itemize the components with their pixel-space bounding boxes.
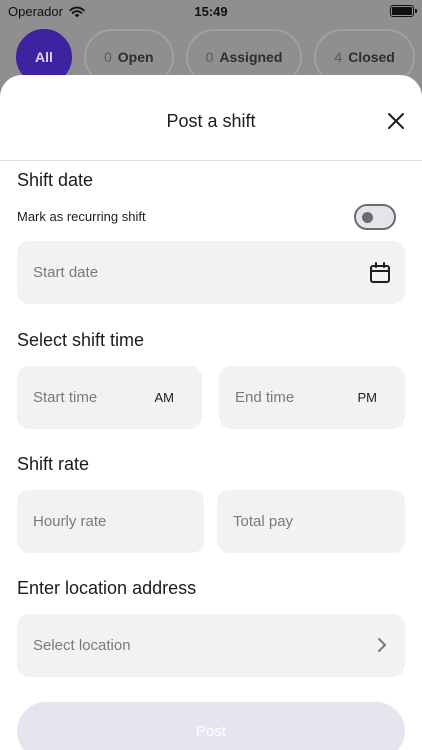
shift-time-heading: Select shift time [17,330,145,350]
clock: 15:49 [194,4,228,19]
location-input[interactable] [33,614,305,677]
end-time-input[interactable] [235,366,366,429]
location-heading: Enter location address [17,578,197,598]
chevron-right-icon [378,638,386,652]
post-button[interactable]: Post [17,702,405,750]
start-date-input[interactable] [33,241,305,304]
location-field[interactable] [17,614,405,677]
start-time-input[interactable] [33,366,163,429]
hourly-rate-field[interactable] [17,490,204,553]
filter-chip-label: All [35,49,53,65]
sheet-title: Post a shift [166,111,256,131]
start-time-field[interactable]: AM [17,366,202,429]
end-time-pm-label[interactable]: PM [358,390,378,405]
shift-rate-heading: Shift rate [17,454,90,474]
start-time-am-label[interactable]: AM [155,390,175,405]
filter-chip-label: Assigned [219,49,283,65]
filter-chip-count: 0 [205,49,214,65]
filter-chip-count: 0 [104,49,112,65]
total-pay-field[interactable] [217,490,405,553]
filter-chip-label: Open [117,49,154,65]
sheet-header: Post a shift [0,75,422,161]
recurring-label: Mark as recurring shift [17,209,146,224]
calendar-icon[interactable] [368,261,392,285]
toggle-knob [362,212,373,223]
post-shift-sheet: Post a shift Shift date Mark as recurrin… [0,75,422,750]
hourly-rate-input[interactable] [33,490,164,553]
close-icon[interactable] [384,109,408,133]
total-pay-input[interactable] [233,490,365,553]
recurring-toggle[interactable] [354,204,396,230]
filter-chip-label: Closed [348,49,395,65]
status-bar: Operador 15:49 [0,0,422,22]
start-date-field[interactable] [17,241,405,304]
battery-icon [390,5,417,17]
filter-chip-count: 4 [334,49,343,65]
end-time-field[interactable]: PM [219,366,405,429]
shift-date-heading: Shift date [17,170,94,190]
